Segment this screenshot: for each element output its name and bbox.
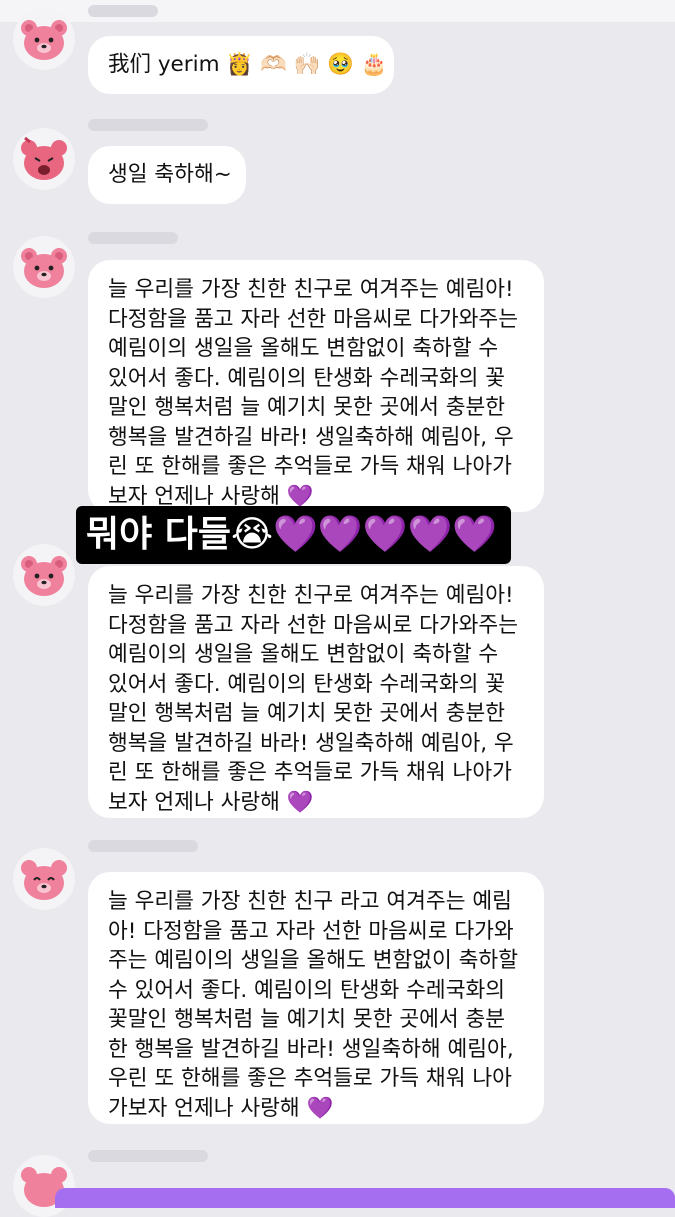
sender-name-redacted [88, 5, 158, 17]
story-text-sticker: 뭐야 다들😭💜💜💜💜💜 [76, 506, 512, 564]
message-line: 말인 행복처럼 늘 예기치 못한 곳에서 충분한 [108, 395, 506, 420]
message-text: 생일 축하해~ [108, 162, 232, 187]
message-line: 수 있어서 좋다. 예림이의 탄생화 수레국화의 [108, 977, 506, 1003]
message-input-bar[interactable] [55, 1188, 675, 1208]
message-line: 아! 다정함을 품고 자라 선한 마음씨로 다가와 [108, 918, 514, 944]
sender-name-redacted [88, 1150, 208, 1162]
message-line: 린 또 한해를 좋은 추억들로 가득 채워 나아가 [108, 760, 512, 785]
message-line: 행복을 발견하길 바라! 생일축하해 예림아, 우 [108, 424, 514, 450]
pink-bear-avatar-icon [21, 136, 67, 180]
avatar[interactable] [13, 544, 75, 606]
message-bubble[interactable]: 늘 우리를 가장 친한 친구로 여겨주는 예림아! 다정함을 품고 자라 선한 … [88, 260, 544, 512]
sender-name-redacted [88, 232, 178, 244]
message-line: 예림이의 생일을 올해도 변함없이 축하할 수 [108, 642, 499, 667]
message-line: 린 또 한해를 좋은 추억들로 가득 채워 나아가 [108, 454, 512, 479]
purple-hearts: 💜💜💜💜💜 [273, 514, 498, 555]
avatar[interactable] [13, 236, 75, 298]
message-bubble[interactable]: 생일 축하해~ [88, 146, 246, 204]
message-line: 늘 우리를 가장 친한 친구로 여겨주는 예림아! [108, 277, 514, 302]
message-text: 我们 yerim 👸 🫶🏻 🙌🏻 🥹 🎂 [108, 52, 388, 77]
pink-bear-avatar-icon [21, 20, 67, 60]
message-line: 예림이의 생일을 올해도 변함없이 축하할 수 [108, 336, 499, 361]
pink-bear-avatar-icon [21, 556, 67, 596]
message-bubble[interactable]: 늘 우리를 가장 친한 친구 라고 여겨주는 예림 아! 다정함을 품고 자라 … [88, 872, 544, 1124]
message-line: 다정함을 품고 자라 선한 마음씨로 다가와주는 [108, 306, 518, 332]
message-line: 있어서 좋다. 예림이의 탄생화 수레국화의 꽃 [108, 671, 506, 697]
crying-emoji: 😭 [231, 514, 274, 555]
message-line: 늘 우리를 가장 친한 친구 라고 여겨주는 예림 [108, 889, 512, 914]
pink-bear-avatar-icon [21, 860, 67, 900]
message-line: 있어서 좋다. 예림이의 탄생화 수레국화의 꽃 [108, 365, 506, 391]
message-line: 우린 또 한해를 좋은 추억들로 가득 채워 나아 [108, 1066, 512, 1091]
message-line: 보자 언제나 사랑해 💜 [108, 789, 314, 815]
message-line: 행복을 발견하길 바라! 생일축하해 예림아, 우 [108, 730, 514, 756]
sticker-text: 뭐야 다들 [86, 514, 232, 555]
message-bubble[interactable]: 我们 yerim 👸 🫶🏻 🙌🏻 🥹 🎂 [88, 36, 394, 94]
sender-name-redacted [88, 840, 198, 852]
message-line: 말인 행복처럼 늘 예기치 못한 곳에서 충분한 [108, 701, 506, 726]
message-line: 다정함을 품고 자라 선한 마음씨로 다가와주는 [108, 612, 518, 638]
message-bubble[interactable]: 늘 우리를 가장 친한 친구로 여겨주는 예림아! 다정함을 품고 자라 선한 … [88, 566, 544, 818]
message-line: 늘 우리를 가장 친한 친구로 여겨주는 예림아! [108, 583, 514, 608]
avatar[interactable] [13, 128, 75, 190]
message-line: 한 행복을 발견하길 바라! 생일축하해 예림아, [108, 1036, 514, 1062]
message-line: 꽃말인 행복처럼 늘 예기치 못한 곳에서 충분 [108, 1007, 506, 1032]
message-line: 가보자 언제나 사랑해 💜 [108, 1095, 334, 1121]
message-line: 주는 예림이의 생일을 올해도 변함없이 축하할 [108, 948, 518, 973]
sender-name-redacted [88, 119, 208, 131]
avatar[interactable] [13, 8, 75, 70]
pink-bear-avatar-icon [21, 248, 67, 288]
avatar[interactable] [13, 848, 75, 910]
